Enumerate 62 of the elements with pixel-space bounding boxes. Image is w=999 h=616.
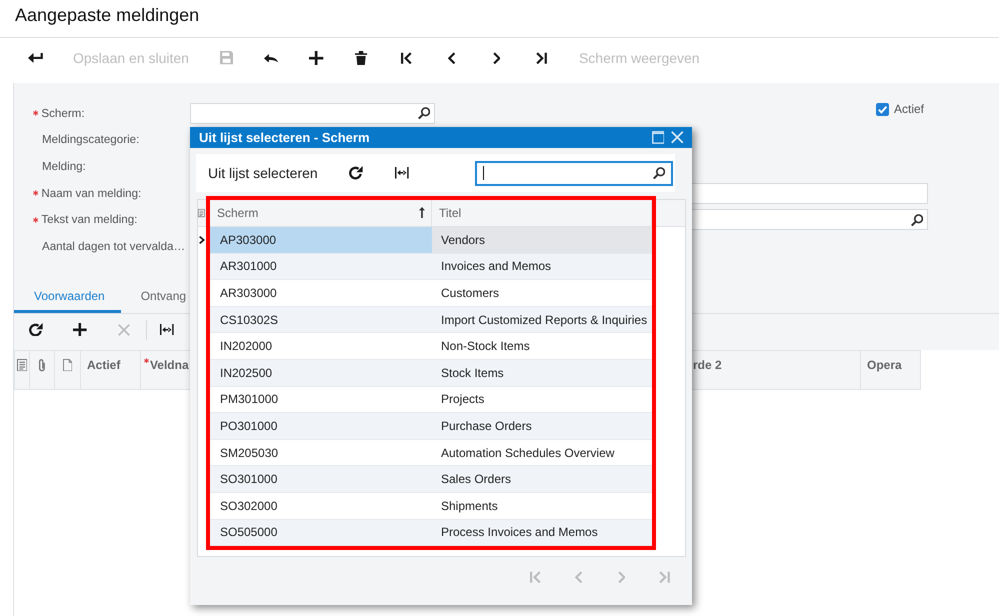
table-cell[interactable]: Import Customized Reports & Inquiries — [432, 306, 652, 334]
column-title: Veldna — [150, 358, 189, 372]
chevron-right-icon — [199, 236, 205, 244]
chevron-left-icon[interactable] — [448, 52, 456, 64]
close-icon[interactable] — [671, 131, 684, 144]
column-header[interactable]: Scherm — [210, 200, 432, 226]
search-field[interactable] — [475, 160, 673, 186]
chevron-bar-right-icon[interactable] — [536, 52, 547, 64]
search-icon[interactable] — [910, 214, 923, 226]
tab[interactable]: Ontvang — [120, 282, 202, 313]
column-title: rde 2 — [693, 358, 722, 372]
table-cell[interactable]: Projects — [432, 386, 652, 414]
column-title: Scherm — [217, 206, 258, 220]
table-cell[interactable]: PO301000 — [210, 413, 432, 440]
plus-icon[interactable] — [73, 322, 87, 336]
table-cell[interactable]: IN202500 — [210, 360, 432, 387]
field-label: Meldingscategorie: — [42, 133, 140, 146]
plus-icon[interactable] — [309, 50, 324, 66]
notes-icon — [198, 209, 205, 218]
checkbox-label: Actief — [894, 102, 924, 116]
horizontal-arrows-icon[interactable] — [160, 324, 174, 336]
table-cell[interactable]: Process Invoices and Memos — [432, 520, 652, 546]
page-title: Aangepaste meldingen — [15, 4, 200, 26]
maximize-icon[interactable] — [652, 131, 664, 144]
document-icon — [62, 358, 72, 371]
field-label: Melding: — [42, 160, 86, 173]
text-cursor — [483, 166, 484, 180]
circular-arrow-icon[interactable] — [29, 322, 43, 336]
bar-chevron-left-icon[interactable] — [401, 52, 412, 64]
field-label: Scherm: — [41, 106, 85, 120]
field-label: Tekst van melding: — [41, 213, 138, 226]
field-label: Naam van melding: — [41, 186, 142, 200]
table-cell[interactable]: PM301000 — [210, 386, 432, 414]
undo-arrow-icon[interactable] — [264, 54, 279, 62]
table-cell[interactable]: AP303000 — [210, 227, 432, 254]
field-label: Aantal dagen tot vervalda… — [42, 240, 186, 253]
chevron-right-icon[interactable] — [492, 52, 500, 64]
return-arrow-icon[interactable] — [28, 53, 44, 63]
table-cell[interactable]: CS10302S — [210, 306, 432, 334]
circular-arrow-icon[interactable] — [348, 166, 363, 180]
search-icon[interactable] — [652, 166, 665, 180]
table-cell[interactable]: Purchase Orders — [432, 413, 652, 440]
trash-icon[interactable] — [355, 50, 368, 66]
checkbox[interactable] — [876, 102, 889, 116]
table-cell[interactable]: Stock Items — [432, 360, 652, 387]
paperclip-icon — [38, 358, 46, 372]
lookup-field[interactable] — [190, 102, 435, 124]
dialog-title: Uit lijst selecteren - Scherm — [199, 130, 370, 145]
column-title: Opera — [867, 358, 902, 372]
column-title: Titel — [439, 206, 462, 220]
table-cell[interactable]: SO505000 — [210, 520, 432, 546]
dialog-toolbar-label: Uit lijst selecteren — [208, 165, 318, 181]
table-cell[interactable]: Sales Orders — [432, 466, 652, 493]
horizontal-arrows-icon[interactable] — [394, 167, 409, 179]
table-cell[interactable]: SO301000 — [210, 466, 432, 493]
notes-icon — [16, 358, 28, 371]
table-cell[interactable]: AR301000 — [210, 254, 432, 280]
table-cell[interactable]: Invoices and Memos — [432, 254, 652, 280]
column-header[interactable]: Titel — [432, 200, 652, 226]
column-title: Actief — [87, 358, 120, 372]
table-cell[interactable]: Vendors — [432, 227, 652, 254]
search-icon[interactable] — [418, 107, 430, 120]
